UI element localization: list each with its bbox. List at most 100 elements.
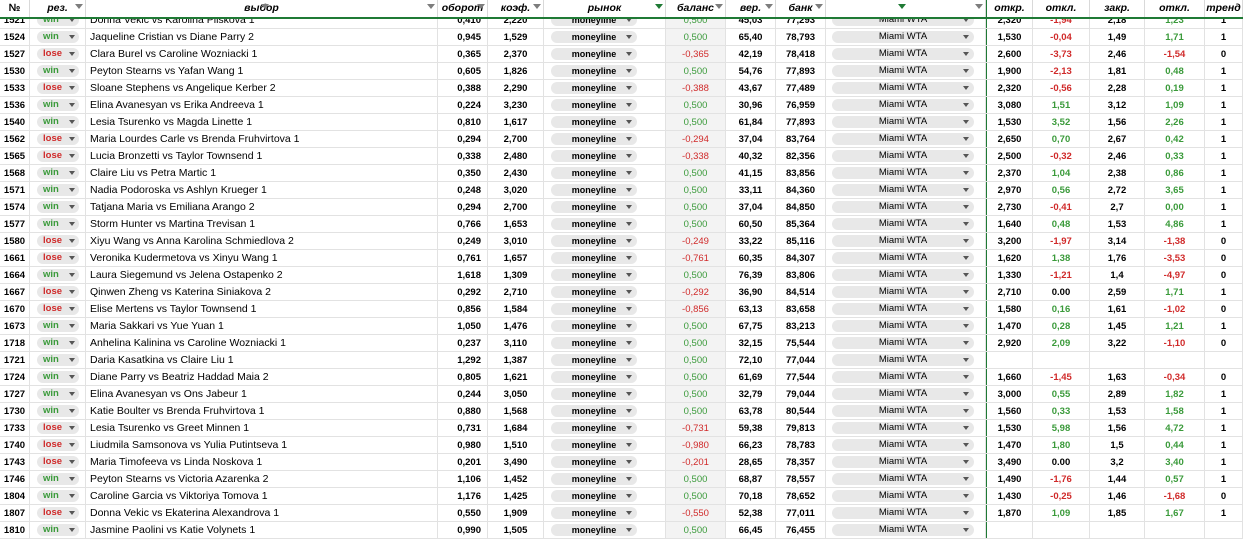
odds-cell[interactable]: 1,826 bbox=[488, 63, 544, 79]
market-cell[interactable]: moneyline bbox=[544, 301, 666, 317]
deviation-close-cell[interactable]: 3,40 bbox=[1145, 454, 1205, 470]
result-cell[interactable]: win bbox=[30, 63, 86, 79]
market-dropdown[interactable]: moneyline bbox=[551, 524, 637, 536]
deviation-close-cell[interactable]: 0,44 bbox=[1145, 437, 1205, 453]
tournament-cell[interactable]: Miami WTA bbox=[826, 267, 986, 283]
probability-cell[interactable]: 76,39 bbox=[726, 267, 776, 283]
result-cell[interactable]: win bbox=[30, 522, 86, 538]
bank-cell[interactable]: 85,364 bbox=[776, 216, 826, 232]
bank-cell[interactable]: 83,764 bbox=[776, 131, 826, 147]
bank-cell[interactable]: 78,357 bbox=[776, 454, 826, 470]
result-dropdown[interactable]: lose bbox=[37, 507, 79, 519]
deviation-close-cell[interactable]: 0,48 bbox=[1145, 63, 1205, 79]
market-cell[interactable]: moneyline bbox=[544, 29, 666, 45]
turnover-cell[interactable]: 1,106 bbox=[438, 471, 488, 487]
result-dropdown[interactable]: win bbox=[37, 524, 79, 536]
result-cell[interactable]: win bbox=[30, 216, 86, 232]
market-cell[interactable]: moneyline bbox=[544, 182, 666, 198]
probability-cell[interactable]: 72,10 bbox=[726, 352, 776, 368]
opening-odds-cell[interactable]: 3,200 bbox=[986, 233, 1033, 249]
probability-cell[interactable]: 67,75 bbox=[726, 318, 776, 334]
market-cell[interactable]: moneyline bbox=[544, 199, 666, 215]
result-dropdown[interactable]: win bbox=[37, 65, 79, 77]
trend-cell[interactable]: 1 bbox=[1205, 471, 1243, 487]
closing-odds-cell[interactable]: 3,2 bbox=[1090, 454, 1145, 470]
tournament-dropdown[interactable]: Miami WTA bbox=[832, 48, 974, 60]
probability-cell[interactable]: 37,04 bbox=[726, 131, 776, 147]
turnover-cell[interactable]: 0,237 bbox=[438, 335, 488, 351]
result-cell[interactable]: win bbox=[30, 335, 86, 351]
trend-cell[interactable]: 0 bbox=[1205, 233, 1243, 249]
closing-odds-cell[interactable]: 1,76 bbox=[1090, 250, 1145, 266]
selection-cell[interactable]: Elina Avanesyan vs Erika Andreeva 1 bbox=[86, 97, 438, 113]
balance-cell[interactable]: 0,500 bbox=[666, 488, 726, 504]
deviation-close-cell[interactable]: -1,10 bbox=[1145, 335, 1205, 351]
trend-cell[interactable]: 1 bbox=[1205, 148, 1243, 164]
filter-dropdown-icon[interactable] bbox=[477, 4, 485, 9]
deviation-open-cell[interactable]: 1,09 bbox=[1033, 505, 1090, 521]
probability-cell[interactable]: 36,90 bbox=[726, 284, 776, 300]
tournament-dropdown[interactable]: Miami WTA bbox=[832, 337, 974, 349]
closing-odds-cell[interactable] bbox=[1090, 522, 1145, 538]
deviation-open-cell[interactable]: 1,38 bbox=[1033, 250, 1090, 266]
odds-cell[interactable]: 3,490 bbox=[488, 454, 544, 470]
tournament-cell[interactable]: Miami WTA bbox=[826, 352, 986, 368]
market-dropdown[interactable]: moneyline bbox=[551, 286, 637, 298]
tournament-cell[interactable]: Miami WTA bbox=[826, 335, 986, 351]
selection-cell[interactable]: Anhelina Kalinina vs Caroline Wozniacki … bbox=[86, 335, 438, 351]
market-cell[interactable]: moneyline bbox=[544, 250, 666, 266]
odds-cell[interactable]: 1,653 bbox=[488, 216, 544, 232]
opening-odds-cell[interactable]: 2,320 bbox=[986, 80, 1033, 96]
balance-cell[interactable]: -0,550 bbox=[666, 505, 726, 521]
odds-cell[interactable]: 1,510 bbox=[488, 437, 544, 453]
market-dropdown[interactable]: moneyline bbox=[551, 422, 637, 434]
deviation-close-cell[interactable]: 2,26 bbox=[1145, 114, 1205, 130]
opening-odds-cell[interactable]: 1,330 bbox=[986, 267, 1033, 283]
selection-cell[interactable]: Diane Parry vs Beatriz Haddad Maia 2 bbox=[86, 369, 438, 385]
tournament-dropdown[interactable]: Miami WTA bbox=[832, 422, 974, 434]
header-otk2[interactable]: откл. bbox=[1145, 0, 1205, 17]
tournament-dropdown[interactable]: Miami WTA bbox=[832, 303, 974, 315]
selection-cell[interactable]: Tatjana Maria vs Emiliana Arango 2 bbox=[86, 199, 438, 215]
tournament-cell[interactable]: Miami WTA bbox=[826, 114, 986, 130]
deviation-open-cell[interactable]: 2,09 bbox=[1033, 335, 1090, 351]
opening-odds-cell[interactable]: 1,640 bbox=[986, 216, 1033, 232]
tournament-dropdown[interactable]: Miami WTA bbox=[832, 150, 974, 162]
probability-cell[interactable]: 66,45 bbox=[726, 522, 776, 538]
odds-cell[interactable]: 3,110 bbox=[488, 335, 544, 351]
odds-cell[interactable]: 1,657 bbox=[488, 250, 544, 266]
probability-cell[interactable]: 59,38 bbox=[726, 420, 776, 436]
market-dropdown[interactable]: moneyline bbox=[551, 490, 637, 502]
odds-cell[interactable]: 1,684 bbox=[488, 420, 544, 436]
bank-cell[interactable]: 77,489 bbox=[776, 80, 826, 96]
turnover-cell[interactable]: 0,365 bbox=[438, 46, 488, 62]
result-dropdown[interactable]: lose bbox=[37, 252, 79, 264]
market-dropdown[interactable]: moneyline bbox=[551, 252, 637, 264]
probability-cell[interactable]: 70,18 bbox=[726, 488, 776, 504]
tournament-cell[interactable]: Miami WTA bbox=[826, 233, 986, 249]
tournament-dropdown[interactable]: Miami WTA bbox=[832, 354, 974, 366]
tournament-dropdown[interactable]: Miami WTA bbox=[832, 116, 974, 128]
tournament-cell[interactable]: Miami WTA bbox=[826, 165, 986, 181]
odds-cell[interactable]: 1,425 bbox=[488, 488, 544, 504]
market-cell[interactable]: moneyline bbox=[544, 352, 666, 368]
selection-cell[interactable]: Veronika Kudermetova vs Xinyu Wang 1 bbox=[86, 250, 438, 266]
tournament-dropdown[interactable]: Miami WTA bbox=[832, 99, 974, 111]
selection-cell[interactable]: Xiyu Wang vs Anna Karolina Schmiedlova 2 bbox=[86, 233, 438, 249]
deviation-close-cell[interactable]: 0,86 bbox=[1145, 165, 1205, 181]
result-cell[interactable]: win bbox=[30, 403, 86, 419]
opening-odds-cell[interactable]: 1,580 bbox=[986, 301, 1033, 317]
deviation-close-cell[interactable]: -1,68 bbox=[1145, 488, 1205, 504]
turnover-cell[interactable]: 0,605 bbox=[438, 63, 488, 79]
deviation-open-cell[interactable]: 5,98 bbox=[1033, 420, 1090, 436]
trend-cell[interactable]: 1 bbox=[1205, 386, 1243, 402]
odds-cell[interactable]: 2,710 bbox=[488, 284, 544, 300]
probability-cell[interactable]: 65,40 bbox=[726, 29, 776, 45]
result-dropdown[interactable]: win bbox=[37, 473, 79, 485]
market-cell[interactable]: moneyline bbox=[544, 454, 666, 470]
filter-active-icon[interactable] bbox=[655, 4, 663, 9]
closing-odds-cell[interactable]: 1,53 bbox=[1090, 216, 1145, 232]
result-cell[interactable]: lose bbox=[30, 454, 86, 470]
bank-cell[interactable]: 77,044 bbox=[776, 352, 826, 368]
result-dropdown[interactable]: lose bbox=[37, 456, 79, 468]
